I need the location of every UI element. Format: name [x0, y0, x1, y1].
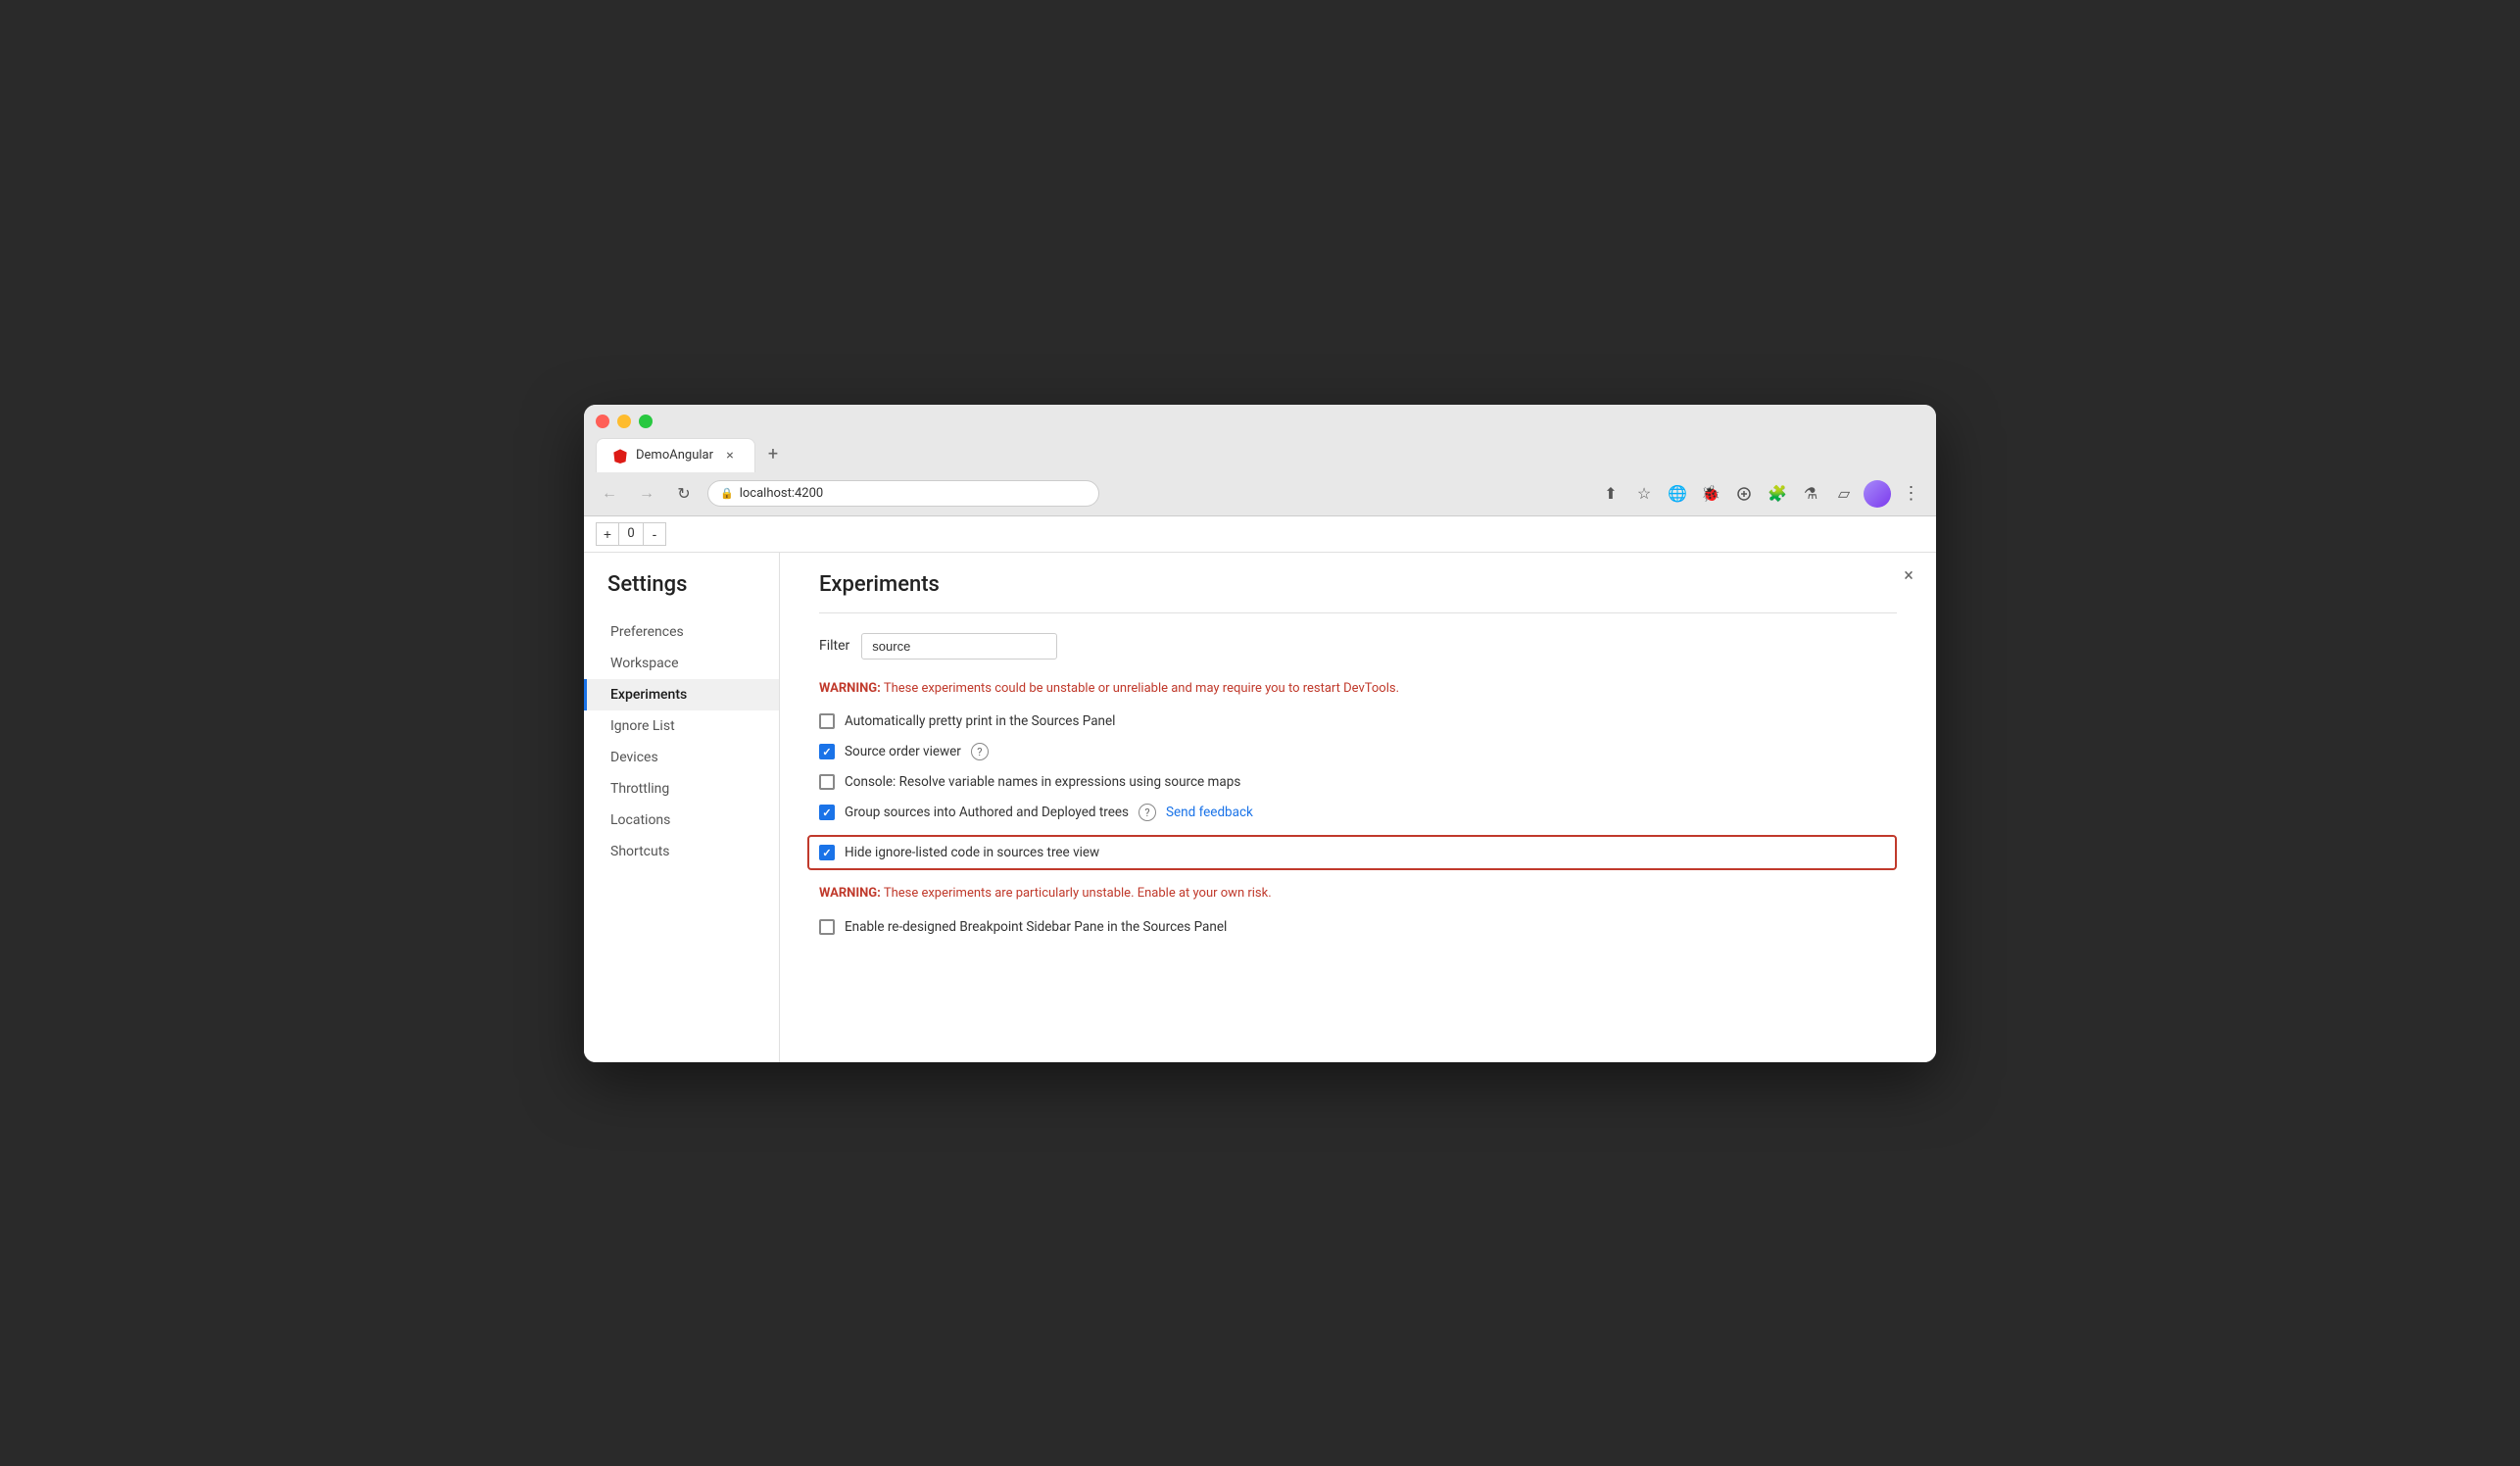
- warning-message-1: These experiments could be unstable or u…: [881, 681, 1399, 696]
- tab-close-button[interactable]: ×: [721, 447, 739, 464]
- filter-input[interactable]: [861, 633, 1057, 660]
- avatar[interactable]: [1864, 480, 1891, 508]
- more-menu-button[interactable]: ⋮: [1897, 480, 1924, 508]
- help-icon-source-order[interactable]: ?: [971, 743, 989, 760]
- settings-close-button[interactable]: ×: [1897, 564, 1920, 588]
- checkbox-pretty-print[interactable]: [819, 713, 835, 729]
- checkbox-hide-ignore-listed[interactable]: [819, 845, 835, 860]
- experiment-source-order-label: Source order viewer: [845, 744, 961, 759]
- experiment-pretty-print: Automatically pretty print in the Source…: [819, 713, 1897, 729]
- puzzle-icon[interactable]: 🧩: [1764, 480, 1791, 508]
- experiment-hide-ignore-listed: Hide ignore-listed code in sources tree …: [807, 835, 1897, 870]
- warning-text-2: WARNING: These experiments are particula…: [819, 884, 1897, 904]
- flask-icon[interactable]: ⚗: [1797, 480, 1824, 508]
- address-bar: ← → ↻ 🔒 localhost:4200 ⬆ ☆ 🌐 🐞 🧩 ⚗ ▱ ⋮: [584, 472, 1936, 516]
- bookmark-icon[interactable]: ☆: [1630, 480, 1658, 508]
- experiment-pretty-print-label: Automatically pretty print in the Source…: [845, 713, 1115, 729]
- experiment-resolve-variables-label: Console: Resolve variable names in expre…: [845, 774, 1240, 790]
- sidebar-item-locations[interactable]: Locations: [584, 805, 779, 836]
- back-button[interactable]: ←: [596, 480, 623, 508]
- experiments-title: Experiments: [819, 572, 1897, 597]
- settings-title: Settings: [584, 572, 779, 616]
- experiment-resolve-variables: Console: Resolve variable names in expre…: [819, 774, 1897, 790]
- devtools-icon[interactable]: [1730, 480, 1758, 508]
- warning-label-1: WARNING:: [819, 681, 881, 696]
- reload-button[interactable]: ↻: [670, 480, 698, 508]
- sidebar-icon[interactable]: ▱: [1830, 480, 1858, 508]
- browser-content: + 0 - × Settings Preferences Workspace E…: [584, 516, 1936, 1062]
- sidebar-item-throttling[interactable]: Throttling: [584, 773, 779, 805]
- url-bar[interactable]: 🔒 localhost:4200: [707, 480, 1099, 507]
- settings-divider: [819, 612, 1897, 613]
- toolbar-icons: ⬆ ☆ 🌐 🐞 🧩 ⚗ ▱ ⋮: [1597, 480, 1924, 508]
- send-feedback-link[interactable]: Send feedback: [1166, 805, 1253, 820]
- minimize-button[interactable]: [617, 415, 631, 428]
- filter-row: Filter: [819, 633, 1897, 660]
- help-icon-group-sources[interactable]: ?: [1139, 804, 1156, 821]
- url-text: localhost:4200: [740, 486, 824, 501]
- checkbox-resolve-variables[interactable]: [819, 774, 835, 790]
- checkbox-redesigned-breakpoint[interactable]: [819, 919, 835, 935]
- settings-sidebar: Settings Preferences Workspace Experimen…: [584, 553, 780, 1062]
- counter-widget: + 0 -: [584, 516, 1936, 553]
- sidebar-item-preferences[interactable]: Preferences: [584, 616, 779, 648]
- warning-text-1: WARNING: These experiments could be unst…: [819, 679, 1897, 699]
- angular-icon: [612, 448, 628, 464]
- filter-label: Filter: [819, 638, 849, 654]
- sidebar-item-workspace[interactable]: Workspace: [584, 648, 779, 679]
- forward-button[interactable]: →: [633, 480, 660, 508]
- share-icon[interactable]: ⬆: [1597, 480, 1624, 508]
- counter-plus-button[interactable]: +: [596, 522, 619, 546]
- active-tab[interactable]: DemoAngular ×: [596, 438, 755, 472]
- close-button[interactable]: [596, 415, 609, 428]
- settings-panel: × Settings Preferences Workspace Experim…: [584, 553, 1936, 1062]
- experiment-source-order: Source order viewer ?: [819, 743, 1897, 760]
- bug-icon[interactable]: 🐞: [1697, 480, 1724, 508]
- tab-title: DemoAngular: [636, 448, 713, 463]
- browser-window: DemoAngular × + ← → ↻ 🔒 localhost:4200 ⬆…: [584, 405, 1936, 1062]
- counter-value: 0: [619, 522, 643, 546]
- browser-chrome: DemoAngular × +: [584, 405, 1936, 472]
- lock-icon: 🔒: [720, 487, 734, 500]
- experiment-redesigned-breakpoint: Enable re-designed Breakpoint Sidebar Pa…: [819, 919, 1897, 935]
- counter-minus-button[interactable]: -: [643, 522, 666, 546]
- experiment-redesigned-breakpoint-label: Enable re-designed Breakpoint Sidebar Pa…: [845, 919, 1227, 935]
- sidebar-item-shortcuts[interactable]: Shortcuts: [584, 836, 779, 867]
- warning-label-2: WARNING:: [819, 886, 881, 901]
- sidebar-item-experiments[interactable]: Experiments: [584, 679, 779, 710]
- warning-message-2: These experiments are particularly unsta…: [881, 886, 1272, 901]
- new-tab-button[interactable]: +: [759, 441, 787, 468]
- sidebar-item-ignore-list[interactable]: Ignore List: [584, 710, 779, 742]
- checkbox-group-sources[interactable]: [819, 805, 835, 820]
- tab-bar: DemoAngular × +: [596, 438, 1924, 472]
- maximize-button[interactable]: [639, 415, 653, 428]
- earth-icon[interactable]: 🌐: [1664, 480, 1691, 508]
- sidebar-item-devices[interactable]: Devices: [584, 742, 779, 773]
- experiment-hide-ignore-listed-label: Hide ignore-listed code in sources tree …: [845, 845, 1099, 860]
- experiment-group-sources: Group sources into Authored and Deployed…: [819, 804, 1897, 821]
- experiment-group-sources-label: Group sources into Authored and Deployed…: [845, 805, 1129, 820]
- settings-main: Experiments Filter WARNING: These experi…: [780, 553, 1936, 1062]
- checkbox-source-order[interactable]: [819, 744, 835, 759]
- traffic-lights: [596, 415, 1924, 428]
